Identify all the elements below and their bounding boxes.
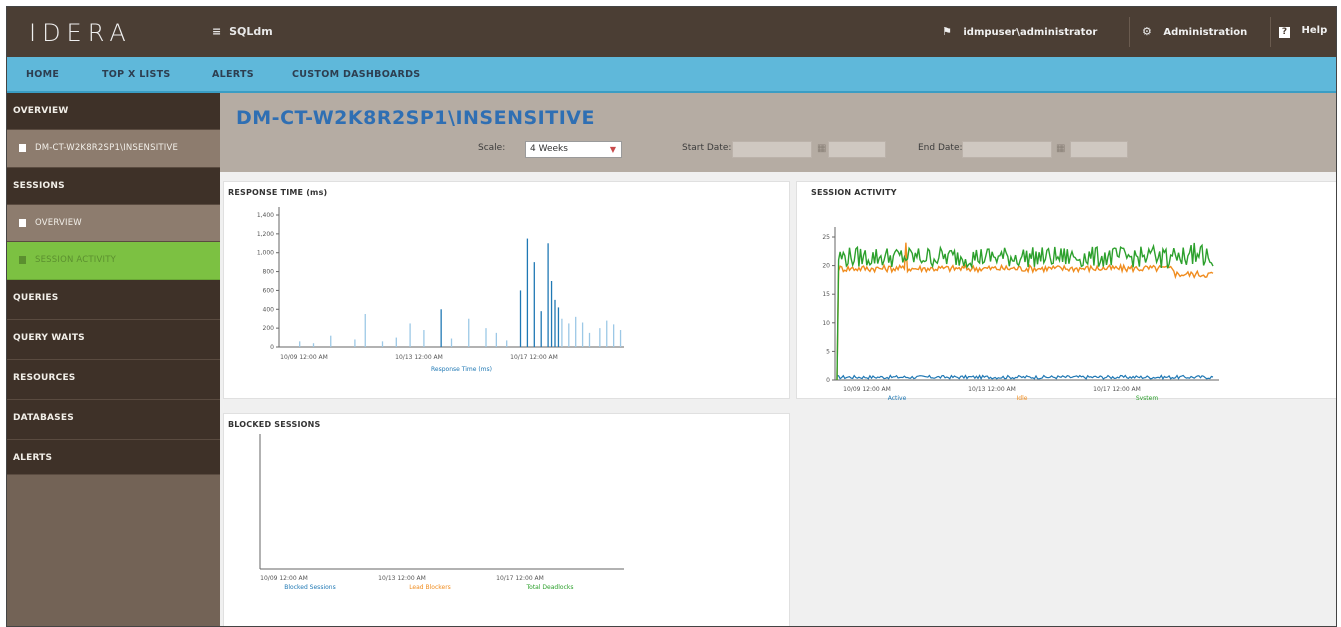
series-line-system [836, 242, 1214, 381]
main-nav: HOME TOP X LISTS ALERTS CUSTOM DASHBOARD… [7, 57, 1336, 93]
sidebar: OVERVIEW DM-CT-W2K8R2SP1\INSENSITIVE SES… [7, 93, 220, 626]
session-activity-panel: SESSION ACTIVITY 25 20 15 10 5 0 10/09 12:00 A… [796, 181, 1336, 400]
sidebar-item-label: RESOURCES [13, 373, 76, 383]
hamburger-icon: ≡ [212, 25, 222, 38]
sidebar-item-sessions[interactable]: SESSIONS [7, 168, 220, 205]
sidebar-item-label: SESSIONS [13, 181, 65, 191]
y-tick-label: 400 [263, 306, 275, 313]
start-date-input [732, 141, 812, 158]
end-date-input [962, 141, 1052, 158]
gear-icon: ⚙ [1142, 25, 1152, 38]
sidebar-item-session-activity[interactable]: SESSION ACTIVITY [7, 242, 220, 280]
chevron-down-icon: ▼ [609, 145, 616, 154]
sidebar-item-resources[interactable]: RESOURCES [7, 360, 220, 400]
sidebar-item-label: OVERVIEW [13, 106, 69, 116]
bullet-icon [19, 144, 26, 152]
user-icon: ⚑ [942, 25, 952, 38]
header-divider [1129, 17, 1130, 47]
sidebar-item-label: DM-CT-W2K8R2SP1\INSENSITIVE [35, 143, 179, 153]
scale-select[interactable]: 4 Weeks ▼ [525, 141, 622, 158]
administration-link[interactable]: ⚙ Administration [1142, 25, 1247, 38]
app-menu[interactable]: ≡ SQLdm [212, 25, 273, 38]
x-tick-label: 10/13 12:00 AM [968, 386, 1016, 393]
x-tick-label: 10/17 12:00 AM [1093, 386, 1141, 393]
page-header: DM-CT-W2K8R2SP1\INSENSITIVE Scale: 4 Wee… [220, 93, 1336, 172]
idera-logo[interactable]: IDERA [29, 19, 132, 47]
app-name: SQLdm [229, 25, 273, 38]
y-tick-label: 800 [263, 269, 275, 276]
start-date-label: Start Date: [682, 143, 732, 153]
y-tick-label: 200 [263, 325, 275, 332]
x-tick-label: 10/17 12:00 AM [510, 354, 558, 361]
blocked-sessions-panel: BLOCKED SESSIONS 10/09 12:00 AM 10/13 12:… [223, 413, 790, 626]
scale-value: 4 Weeks [530, 144, 568, 154]
legend-label: Total Deadlocks [526, 584, 574, 591]
end-time-input [1070, 141, 1128, 158]
y-tick-label: 20 [822, 263, 830, 270]
sidebar-item-session-overview[interactable]: OVERVIEW [7, 205, 220, 242]
sidebar-item-queries[interactable]: QUERIES [7, 280, 220, 320]
sidebar-item-query-waits[interactable]: QUERY WAITS [7, 320, 220, 360]
legend-label: Active [888, 395, 907, 400]
sidebar-item-label: ALERTS [13, 453, 53, 463]
x-tick-label: 10/17 12:00 AM [496, 575, 544, 582]
y-tick-label: 0 [826, 377, 830, 384]
y-tick-label: 25 [822, 234, 830, 241]
legend-label: Blocked Sessions [284, 584, 335, 591]
bullet-icon [19, 256, 26, 264]
administration-label: Administration [1163, 27, 1248, 38]
response-time-panel: RESPONSE TIME (ms) 1,400 1,200 1,000 800 600… [223, 181, 790, 399]
response-time-chart: 1,400 1,200 1,000 800 600 400 200 0 10/09 12:00 … [257, 207, 624, 373]
sidebar-item-databases[interactable]: DATABASES [7, 400, 220, 440]
sidebar-item-label: QUERY WAITS [13, 333, 85, 343]
y-tick-label: 0 [270, 344, 274, 351]
page-title: DM-CT-W2K8R2SP1\INSENSITIVE [236, 107, 595, 129]
y-tick-label: 5 [826, 348, 830, 355]
nav-top-x-lists[interactable]: TOP X LISTS [102, 69, 171, 80]
y-tick-label: 10 [822, 320, 830, 327]
help-link[interactable]: ? Help [1279, 25, 1327, 38]
user-menu[interactable]: ⚑ idmpuser\administrator [942, 25, 1097, 38]
calendar-icon: ▦ [817, 143, 827, 154]
sidebar-item-overview[interactable]: OVERVIEW [7, 93, 220, 130]
y-tick-label: 600 [263, 287, 275, 294]
sidebar-item-label: SESSION ACTIVITY [35, 255, 117, 265]
end-date-label: End Date: [918, 143, 963, 153]
top-header: IDERA ≡ SQLdm ⚑ idmpuser\administrator ⚙… [7, 7, 1336, 57]
x-tick-label: 10/13 12:00 AM [395, 354, 443, 361]
sidebar-item-label: DATABASES [13, 413, 74, 423]
help-label: Help [1301, 25, 1328, 36]
legend-label: Lead Blockers [409, 584, 451, 591]
dashboard-content: RESPONSE TIME (ms) 1,400 1,200 1,000 800 600… [220, 172, 1336, 626]
legend-label: Response Time (ms) [431, 366, 492, 373]
x-tick-label: 10/09 12:00 AM [843, 386, 891, 393]
series-line-active [836, 374, 1214, 381]
header-divider [1270, 17, 1271, 47]
x-tick-label: 10/09 12:00 AM [280, 354, 328, 361]
start-time-input [828, 141, 886, 158]
y-tick-label: 1,200 [257, 231, 274, 238]
y-tick-label: 1,400 [257, 212, 274, 219]
app-window: IDERA ≡ SQLdm ⚑ idmpuser\administrator ⚙… [6, 6, 1337, 627]
calendar-icon: ▦ [1056, 143, 1066, 154]
legend-label: Idle [1017, 395, 1028, 400]
sidebar-item-label: QUERIES [13, 293, 59, 303]
user-name: idmpuser\administrator [963, 27, 1098, 38]
nav-home[interactable]: HOME [26, 69, 59, 80]
y-tick-label: 15 [822, 291, 830, 298]
nav-custom-dashboards[interactable]: CUSTOM DASHBOARDS [292, 69, 420, 80]
nav-alerts[interactable]: ALERTS [212, 69, 254, 80]
session-activity-chart: 25 20 15 10 5 0 10/09 12:00 AM 10/13 12:00 AM 10… [822, 227, 1219, 400]
bullet-icon [19, 219, 26, 227]
help-icon: ? [1279, 27, 1290, 38]
blocked-sessions-chart: 10/09 12:00 AM 10/13 12:00 AM 10/17 12:00 … [259, 434, 624, 591]
sidebar-item-label: OVERVIEW [35, 218, 82, 228]
legend-label: System [1136, 395, 1159, 400]
sidebar-item-instance[interactable]: DM-CT-W2K8R2SP1\INSENSITIVE [7, 130, 220, 168]
sidebar-item-alerts[interactable]: ALERTS [7, 440, 220, 475]
x-tick-label: 10/09 12:00 AM [260, 575, 308, 582]
x-tick-label: 10/13 12:00 AM [378, 575, 426, 582]
y-tick-label: 1,000 [257, 250, 274, 257]
scale-label: Scale: [478, 143, 506, 153]
